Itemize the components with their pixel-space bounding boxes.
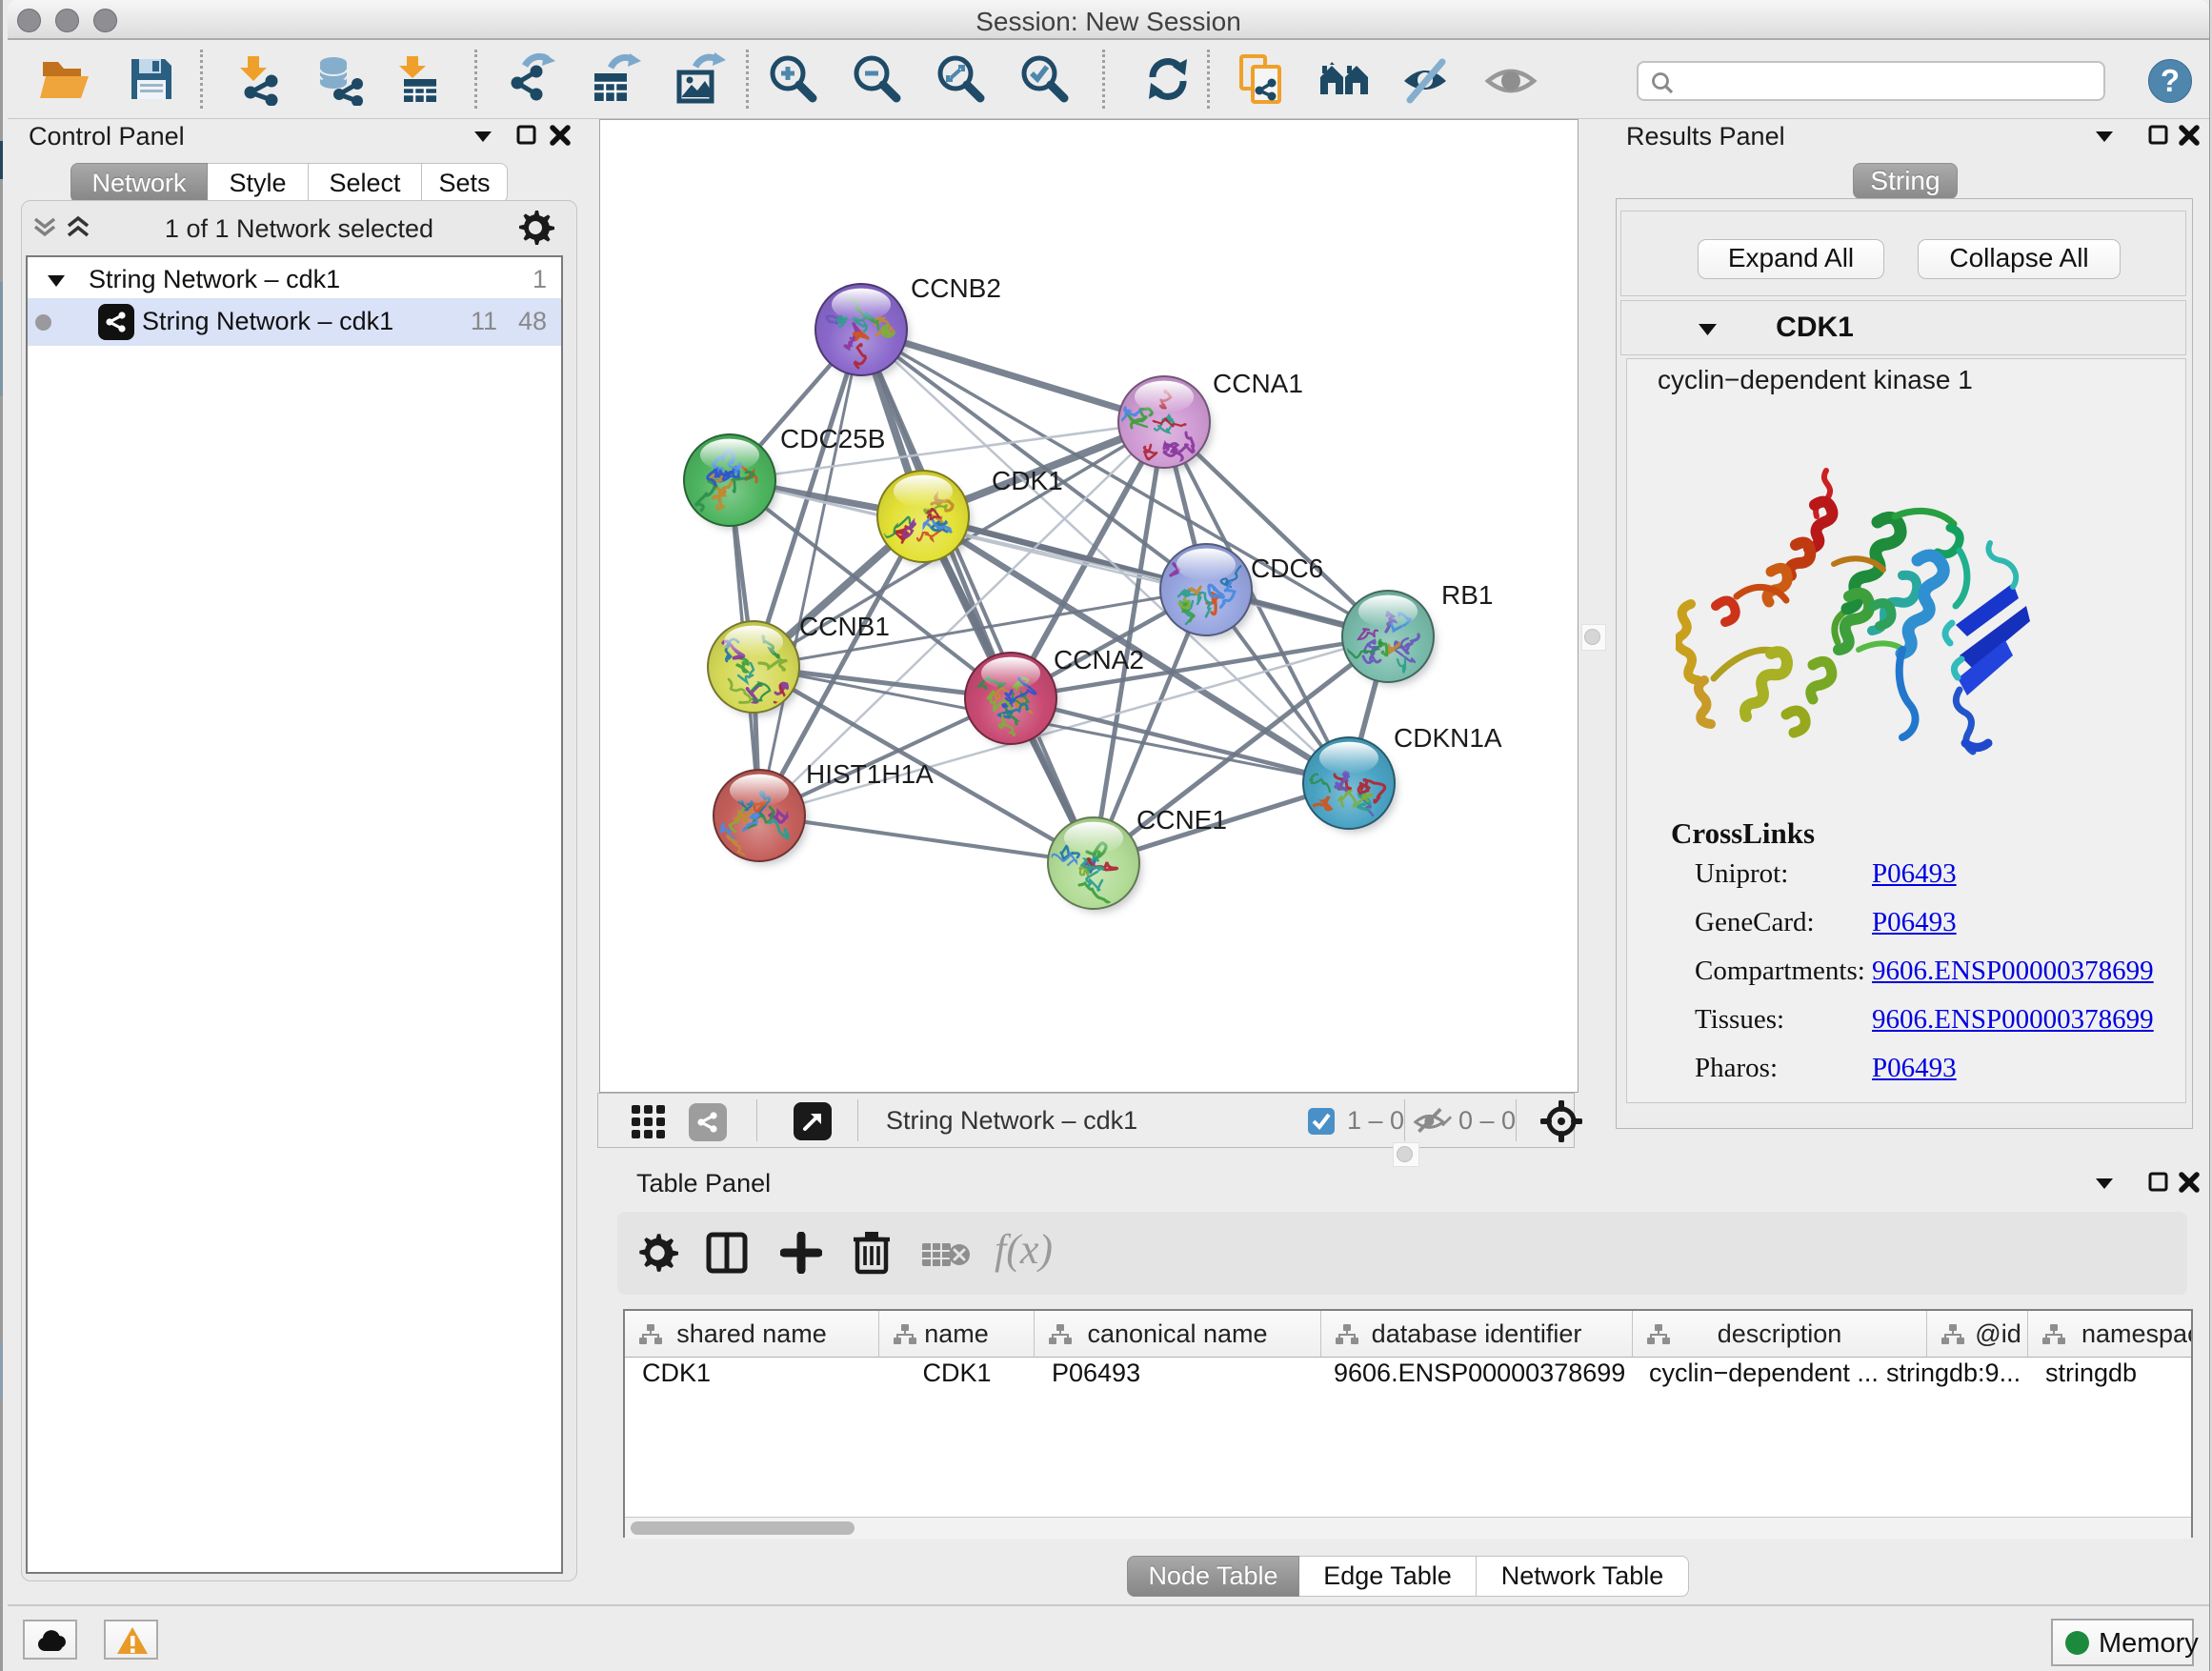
svg-text:CCNB2: CCNB2 <box>911 273 1001 303</box>
svg-text:CDKN1A: CDKN1A <box>1394 723 1502 753</box>
svg-text:CDC25B: CDC25B <box>780 424 885 453</box>
svg-text:RB1: RB1 <box>1441 580 1493 610</box>
svg-text:CDC6: CDC6 <box>1251 554 1323 583</box>
svg-text:CCNA1: CCNA1 <box>1213 369 1303 398</box>
svg-text:CCNB1: CCNB1 <box>799 612 890 641</box>
svg-text:HIST1H1A: HIST1H1A <box>806 759 934 789</box>
svg-text:CCNA2: CCNA2 <box>1054 645 1144 674</box>
svg-text:CDK1: CDK1 <box>992 466 1063 495</box>
svg-text:CCNE1: CCNE1 <box>1136 805 1227 835</box>
